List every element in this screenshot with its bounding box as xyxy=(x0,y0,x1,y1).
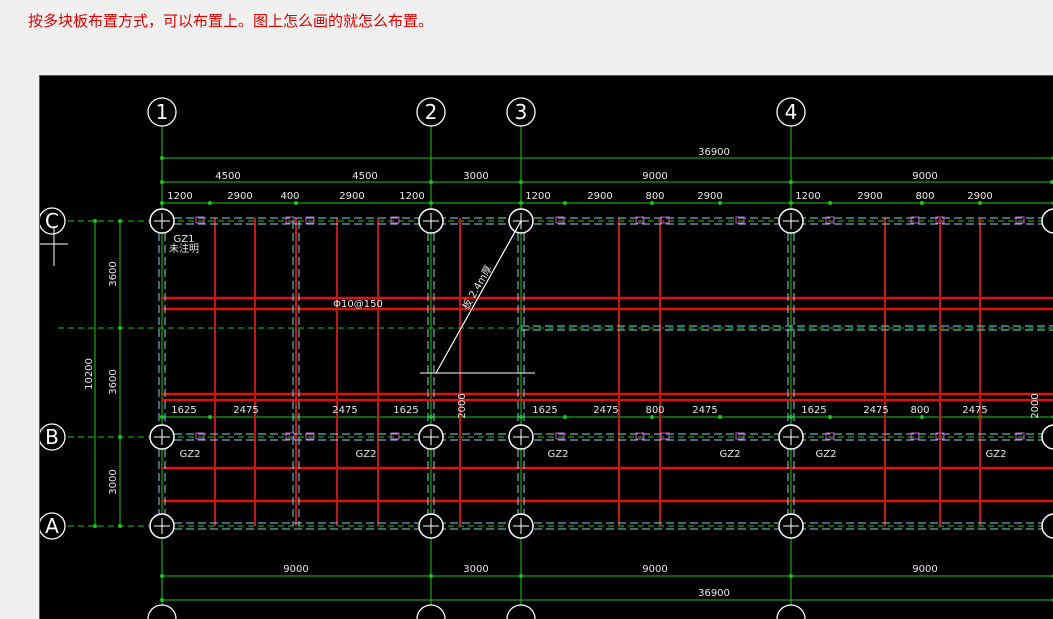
axis-bubble-bottom xyxy=(776,604,806,619)
dim-left: 3600 xyxy=(108,369,119,394)
dimension-tick xyxy=(563,415,567,419)
slab-thickness-label: 板 2.4m厚 xyxy=(459,263,495,312)
dim-left: 3600 xyxy=(108,261,119,286)
dim-detail-top: 2900 xyxy=(857,191,882,202)
column-tag-note: 未注明 xyxy=(169,242,199,255)
dim-detail-mid: 800 xyxy=(910,405,929,416)
dim-detail-mid: 1625 xyxy=(393,405,418,416)
dim-detail-top: 2900 xyxy=(697,191,722,202)
dimension-tick xyxy=(828,415,832,419)
dim-detail-mid: 1625 xyxy=(171,405,196,416)
dimension-tick xyxy=(208,415,212,419)
dimension-tick xyxy=(208,201,212,205)
dim-detail-top: 2900 xyxy=(587,191,612,202)
dim-left: 3000 xyxy=(108,469,119,494)
column-symbol xyxy=(1041,424,1053,450)
axis-label-3: 3 xyxy=(515,100,528,124)
axis-label-4: 4 xyxy=(785,100,798,124)
column-symbol xyxy=(1041,513,1053,539)
dim-overall-bottom: 36900 xyxy=(698,588,730,599)
column-tag-gz2: GZ2 xyxy=(548,449,569,460)
column-tag-gz2: GZ2 xyxy=(180,449,201,460)
dim-detail-mid: 2475 xyxy=(863,405,888,416)
dim-detail-top: 800 xyxy=(915,191,934,202)
dim-detail-top: 1200 xyxy=(795,191,820,202)
dim-span-bottom: 9000 xyxy=(283,564,308,575)
column-tag-gz2: GZ2 xyxy=(720,449,741,460)
dim-detail-mid: 800 xyxy=(645,405,664,416)
axis-label-A: A xyxy=(45,514,59,538)
dim-detail-top: 400 xyxy=(280,191,299,202)
rebar-label: Φ10@150 xyxy=(333,299,383,310)
dim-detail-mid: 2475 xyxy=(593,405,618,416)
dim-overall-top: 36900 xyxy=(698,147,730,158)
dim-span-top: 4500 xyxy=(215,171,240,182)
dim-detail-mid: 2475 xyxy=(962,405,987,416)
dim-detail-mid: 2475 xyxy=(233,405,258,416)
dim-detail-mid: 2475 xyxy=(692,405,717,416)
dim-span-bottom: 9000 xyxy=(912,564,937,575)
dim-detail-top: 800 xyxy=(645,191,664,202)
dimension-tick xyxy=(563,201,567,205)
dim-span-bottom: 3000 xyxy=(463,564,488,575)
dim-span-top: 9000 xyxy=(642,171,667,182)
dim-detail-mid: 1625 xyxy=(801,405,826,416)
dim-2000-right: 2000 xyxy=(1030,393,1041,418)
dim-detail-top: 2900 xyxy=(227,191,252,202)
axis-bubble-bottom xyxy=(416,604,446,619)
dim-span-top: 4500 xyxy=(352,171,377,182)
axis-bubble-bottom xyxy=(506,604,536,619)
dim-detail-top: 1200 xyxy=(525,191,550,202)
axis-label-B: B xyxy=(45,425,59,449)
dim-detail-mid: 1625 xyxy=(532,405,557,416)
dim-span-top: 9000 xyxy=(912,171,937,182)
dim-span-bottom: 9000 xyxy=(642,564,667,575)
dim-detail-top: 2900 xyxy=(967,191,992,202)
axis-label-1: 1 xyxy=(156,100,169,124)
dimension-tick xyxy=(828,201,832,205)
dim-detail-top: 1200 xyxy=(167,191,192,202)
column-tag-gz2: GZ2 xyxy=(356,449,377,460)
axis-label-C: C xyxy=(45,209,59,233)
axis-bubble-bottom xyxy=(147,604,177,619)
structural-floor-plan: 1 2 3 4 C B A 36900 4500 4500 3000 9000 9000 1200 2900… xyxy=(40,97,1053,619)
dim-2000: 2000 xyxy=(457,393,468,418)
dim-detail-top: 2900 xyxy=(339,191,364,202)
cad-drawing-viewport[interactable]: 1 2 3 4 C B A 36900 4500 4500 3000 9000 9000 1200 2900… xyxy=(39,75,1053,619)
column-tag-gz2: GZ2 xyxy=(816,449,837,460)
column-symbol xyxy=(1041,208,1053,234)
instruction-note: 按多块板布置方式，可以布置上。图上怎么画的就怎么布置。 xyxy=(28,12,434,30)
axis-label-2: 2 xyxy=(425,100,438,124)
dim-detail-top: 1200 xyxy=(399,191,424,202)
dim-span-top: 3000 xyxy=(463,171,488,182)
dim-left-total: 10200 xyxy=(84,358,95,390)
column-tag-gz2: GZ2 xyxy=(986,449,1007,460)
dimension-tick xyxy=(718,415,722,419)
dim-detail-mid: 2475 xyxy=(332,405,357,416)
